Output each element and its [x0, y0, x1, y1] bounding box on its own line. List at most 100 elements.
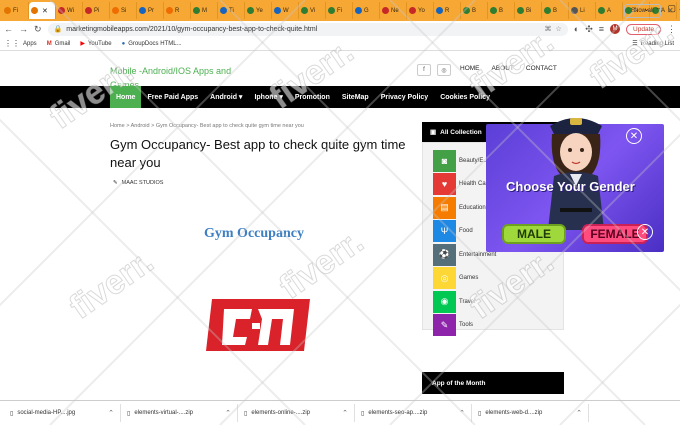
forward-icon[interactable]: →: [19, 24, 28, 34]
ad-close-icon-secondary[interactable]: ✕: [637, 224, 653, 240]
main-nav-item[interactable]: Android ▾: [204, 86, 248, 108]
category-item[interactable]: ◎ Games: [433, 267, 563, 291]
reload-icon[interactable]: ↻: [34, 24, 42, 35]
top-nav-about[interactable]: ABOUT: [492, 65, 514, 72]
browser-tab[interactable]: Fi: [326, 2, 353, 19]
download-item[interactable]: ▯ social-media-HP....jpg ⌃: [4, 404, 121, 422]
browser-toolbar: ← → ↻ 🔒 marketingmobileapps.com/2021/10/…: [0, 21, 680, 37]
tab-favicon-icon: [544, 7, 551, 14]
download-options-icon[interactable]: ⌃: [108, 409, 120, 417]
top-nav-contact[interactable]: CONTACT: [526, 65, 557, 72]
download-item[interactable]: ▯ elements-online-....zip ⌃: [238, 404, 355, 422]
facebook-icon[interactable]: f: [417, 64, 431, 76]
browser-tab[interactable]: R: [434, 2, 461, 19]
browser-tab[interactable]: ✕: [29, 2, 56, 19]
download-filename: elements-virtual-....zip: [134, 410, 193, 416]
ad-close-icon[interactable]: ✕: [626, 128, 642, 144]
main-nav-item[interactable]: Iphone ▾: [248, 86, 288, 108]
tab-label: B: [472, 7, 477, 14]
tab-label: R: [445, 7, 450, 14]
update-button[interactable]: Update: [626, 23, 661, 35]
download-options-icon[interactable]: ⌃: [576, 409, 588, 417]
main-nav: Home Free Paid Apps Android ▾ Iphone ▾ Promo…: [0, 86, 680, 108]
category-item[interactable]: ◉ Travel: [433, 290, 563, 314]
browser-tab[interactable]: Li: [569, 2, 596, 19]
tab-label: Ye: [256, 7, 263, 14]
tab-favicon-icon: [220, 7, 227, 14]
wrench-icon: ✎: [433, 314, 456, 337]
main-nav-item[interactable]: Cookies Policy: [434, 86, 496, 108]
instagram-icon[interactable]: ◎: [437, 64, 451, 76]
bookmark-star-icon[interactable]: ☆: [556, 25, 562, 33]
main-nav-item[interactable]: SiteMap: [336, 86, 375, 108]
puzzle-icon[interactable]: ✣: [585, 24, 593, 35]
browser-tab[interactable]: Pi: [83, 2, 110, 19]
tab-label: Bi: [526, 7, 532, 14]
download-item[interactable]: ▯ elements-web-d....zip ⌃: [472, 404, 589, 422]
extension-icon[interactable]: ◐: [574, 24, 579, 34]
bookmark-youtube[interactable]: ▶ YouTube: [80, 40, 111, 48]
download-item[interactable]: ▯ elements-virtual-....zip ⌃: [121, 404, 238, 422]
gmail-icon: M: [46, 40, 52, 47]
reading-list-button[interactable]: ☰ Reading List: [632, 40, 674, 48]
browser-tab[interactable]: Ne: [380, 2, 407, 19]
tab-favicon-icon: [301, 7, 308, 14]
category-item[interactable]: ✎ Tools: [433, 314, 563, 338]
download-item[interactable]: ▯ elements-seo-ap....zip ⌃: [355, 404, 472, 422]
browser-tab[interactable]: B: [542, 2, 569, 19]
browser-tab[interactable]: M: [191, 2, 218, 19]
browser-tab[interactable]: Si: [110, 2, 137, 19]
browser-tab-bar: Fi✕WiPiSiPrRMTiYeWViFiGNeYoRBBBiBLiANA+: [0, 0, 680, 21]
bookmark-apps[interactable]: ⋮⋮ Apps: [4, 39, 37, 48]
category-label: Food: [459, 228, 473, 235]
browser-tab[interactable]: Vi: [299, 2, 326, 19]
main-nav-item[interactable]: Free Paid Apps: [141, 86, 204, 108]
main-nav-item[interactable]: Privacy Policy: [375, 86, 434, 108]
browser-tab[interactable]: Pr: [137, 2, 164, 19]
browser-tab[interactable]: B: [488, 2, 515, 19]
tab-label: Fi: [13, 7, 18, 14]
gym-occupancy-heading: Gym Occupancy: [204, 226, 304, 241]
tab-favicon-icon: [85, 7, 92, 14]
downloads-bar: ▯ social-media-HP....jpg ⌃ ▯ elements-virtua…: [0, 400, 680, 425]
top-nav-home[interactable]: HOME: [460, 65, 480, 72]
back-icon[interactable]: ←: [4, 24, 13, 34]
browser-tab[interactable]: R: [164, 2, 191, 19]
show-all-downloads-button[interactable]: Show all: [624, 4, 661, 18]
male-button[interactable]: MALE: [502, 224, 566, 244]
qr-icon[interactable]: ⌘: [545, 25, 552, 33]
category-label: Tools: [459, 322, 474, 329]
ball-icon: ⚽: [433, 243, 456, 266]
address-bar[interactable]: 🔒 marketingmobileapps.com/2021/10/gym-oc…: [47, 22, 568, 36]
post-author: ✎ MAAC STUDIOS: [113, 180, 164, 186]
browser-tab[interactable]: Fi: [2, 2, 29, 19]
browser-tab[interactable]: Wi: [56, 2, 83, 19]
tab-favicon-icon: [4, 7, 11, 14]
browser-tab[interactable]: W: [272, 2, 299, 19]
close-downloads-icon[interactable]: ✕: [667, 6, 674, 15]
bookmarks-bar: ⋮⋮ Apps M Gmail ▶ YouTube ● GroupDocs HTML..…: [0, 37, 680, 51]
social-links: f ◎: [417, 64, 451, 76]
browser-tab[interactable]: A: [596, 2, 623, 19]
browser-tab[interactable]: G: [353, 2, 380, 19]
profile-avatar[interactable]: M: [610, 24, 621, 34]
download-options-icon[interactable]: ⌃: [459, 409, 471, 417]
bookmark-groupdocs[interactable]: ● GroupDocs HTML...: [122, 41, 182, 47]
browser-tab[interactable]: Bi: [515, 2, 542, 19]
tab-favicon-icon: [193, 7, 200, 14]
browser-tab[interactable]: B: [461, 2, 488, 19]
tab-favicon-icon: [58, 7, 65, 14]
category-label: Travel: [459, 298, 476, 305]
browser-tab[interactable]: Ye: [245, 2, 272, 19]
main-nav-item[interactable]: Home: [110, 86, 142, 108]
menu-icon[interactable]: ⋮: [667, 24, 676, 35]
download-options-icon[interactable]: ⌃: [225, 409, 237, 417]
bookmark-gmail[interactable]: M Gmail: [47, 41, 71, 47]
download-filename: social-media-HP....jpg: [17, 410, 76, 416]
main-nav-item[interactable]: Promotion: [289, 86, 336, 108]
tab-close-icon[interactable]: ✕: [42, 7, 48, 15]
download-options-icon[interactable]: ⌃: [342, 409, 354, 417]
list-icon[interactable]: ≡: [599, 24, 604, 34]
browser-tab[interactable]: Ti: [218, 2, 245, 19]
browser-tab[interactable]: Yo: [407, 2, 434, 19]
